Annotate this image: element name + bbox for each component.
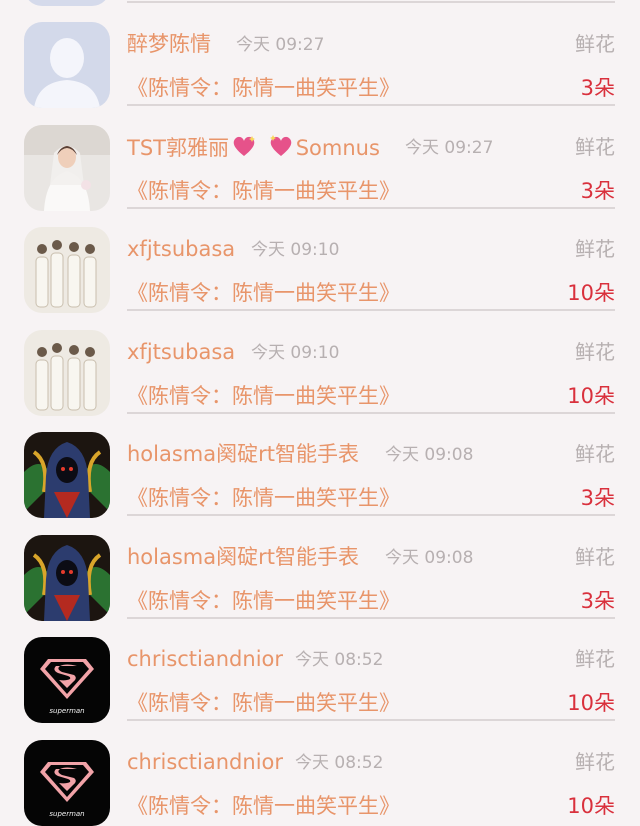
avatar[interactable] <box>24 432 110 518</box>
gift-type: 鲜花 <box>575 545 615 569</box>
svg-text:superman: superman <box>49 707 84 715</box>
avatar[interactable]: superman <box>24 740 110 826</box>
group-photo <box>24 330 110 416</box>
avatar[interactable] <box>24 125 110 211</box>
gift-count: 3朵 <box>580 589 615 613</box>
avatar[interactable] <box>24 330 110 416</box>
user-name[interactable]: TST郭雅丽 Somnus <box>127 134 380 164</box>
gift-time: 今天 09:08 <box>385 548 474 568</box>
list-item[interactable]: TST郭雅丽 Somnus 今天 09:27 鲜花 《陈情令：陈情一曲笑平生》 … <box>0 103 640 211</box>
default-avatar-icon <box>24 22 110 108</box>
gift-type: 鲜花 <box>575 135 615 159</box>
song-title[interactable]: 《陈情令：陈情一曲笑平生》 <box>127 587 400 615</box>
hooded-figure-art <box>24 535 110 621</box>
gift-type: 鲜花 <box>575 237 615 261</box>
gift-time: 今天 09:10 <box>251 343 340 363</box>
gift-count: 10朵 <box>567 794 615 818</box>
gift-count: 10朵 <box>567 691 615 715</box>
avatar[interactable] <box>24 22 110 108</box>
superman-logo: superman <box>24 637 110 723</box>
sparkling-heart-icon <box>231 134 257 164</box>
gift-type: 鲜花 <box>575 340 615 364</box>
gift-type: 鲜花 <box>575 750 615 774</box>
avatar[interactable]: superman <box>24 637 110 723</box>
gift-time: 今天 09:10 <box>251 240 340 260</box>
song-title[interactable]: 《陈情令：陈情一曲笑平生》 <box>127 792 400 820</box>
user-name[interactable]: holasma阕碇rt智能手表 <box>127 544 359 570</box>
gift-type: 鲜花 <box>575 32 615 56</box>
song-title[interactable]: 《陈情令：陈情一曲笑平生》 <box>127 484 400 512</box>
gift-time: 今天 09:27 <box>405 138 494 158</box>
user-name[interactable]: holasma阕碇rt智能手表 <box>127 441 359 467</box>
gift-record-list: 醉梦陈情 今天 09:27 鲜花 《陈情令：陈情一曲笑平生》 3朵 TST郭雅丽… <box>0 0 640 826</box>
user-name[interactable]: chrisctiandnior <box>127 646 283 672</box>
list-item[interactable]: superman chrisctiandnior 今天 08:52 鲜花 《陈情… <box>0 718 640 826</box>
song-title[interactable]: 《陈情令：陈情一曲笑平生》 <box>127 382 400 410</box>
song-title[interactable]: 《陈情令：陈情一曲笑平生》 <box>127 74 400 102</box>
gift-type: 鲜花 <box>575 647 615 671</box>
list-item[interactable]: holasma阕碇rt智能手表 今天 09:08 鲜花 《陈情令：陈情一曲笑平生… <box>0 513 640 621</box>
user-name[interactable]: 醉梦陈情 <box>127 31 211 57</box>
gift-time: 今天 09:08 <box>385 445 474 465</box>
avatar[interactable] <box>24 227 110 313</box>
user-name[interactable]: xfjtsubasa <box>127 236 235 262</box>
user-name[interactable]: chrisctiandnior <box>127 749 283 775</box>
list-item[interactable]: 醉梦陈情 今天 09:27 鲜花 《陈情令：陈情一曲笑平生》 3朵 <box>0 0 640 108</box>
svg-text:superman: superman <box>49 810 84 818</box>
song-title[interactable]: 《陈情令：陈情一曲笑平生》 <box>127 689 400 717</box>
sparkling-heart-icon <box>268 134 294 164</box>
gift-count: 3朵 <box>580 76 615 100</box>
song-title[interactable]: 《陈情令：陈情一曲笑平生》 <box>127 177 400 205</box>
gift-time: 今天 08:52 <box>295 650 384 670</box>
gift-time: 今天 09:27 <box>236 35 325 55</box>
gift-count: 3朵 <box>580 486 615 510</box>
gift-count: 3朵 <box>580 179 615 203</box>
superman-logo: superman <box>24 740 110 826</box>
song-title[interactable]: 《陈情令：陈情一曲笑平生》 <box>127 279 400 307</box>
gift-type: 鲜花 <box>575 442 615 466</box>
avatar[interactable] <box>24 535 110 621</box>
bride-photo <box>24 125 110 211</box>
group-photo <box>24 227 110 313</box>
list-item[interactable]: xfjtsubasa 今天 09:10 鲜花 《陈情令：陈情一曲笑平生》 10朵 <box>0 205 640 313</box>
list-item[interactable]: holasma阕碇rt智能手表 今天 09:08 鲜花 《陈情令：陈情一曲笑平生… <box>0 410 640 518</box>
gift-count: 10朵 <box>567 281 615 305</box>
hooded-figure-art <box>24 432 110 518</box>
user-name[interactable]: xfjtsubasa <box>127 339 235 365</box>
list-item[interactable]: xfjtsubasa 今天 09:10 鲜花 《陈情令：陈情一曲笑平生》 10朵 <box>0 308 640 416</box>
list-item[interactable]: superman chrisctiandnior 今天 08:52 鲜花 《陈情… <box>0 615 640 723</box>
gift-time: 今天 08:52 <box>295 753 384 773</box>
gift-count: 10朵 <box>567 384 615 408</box>
